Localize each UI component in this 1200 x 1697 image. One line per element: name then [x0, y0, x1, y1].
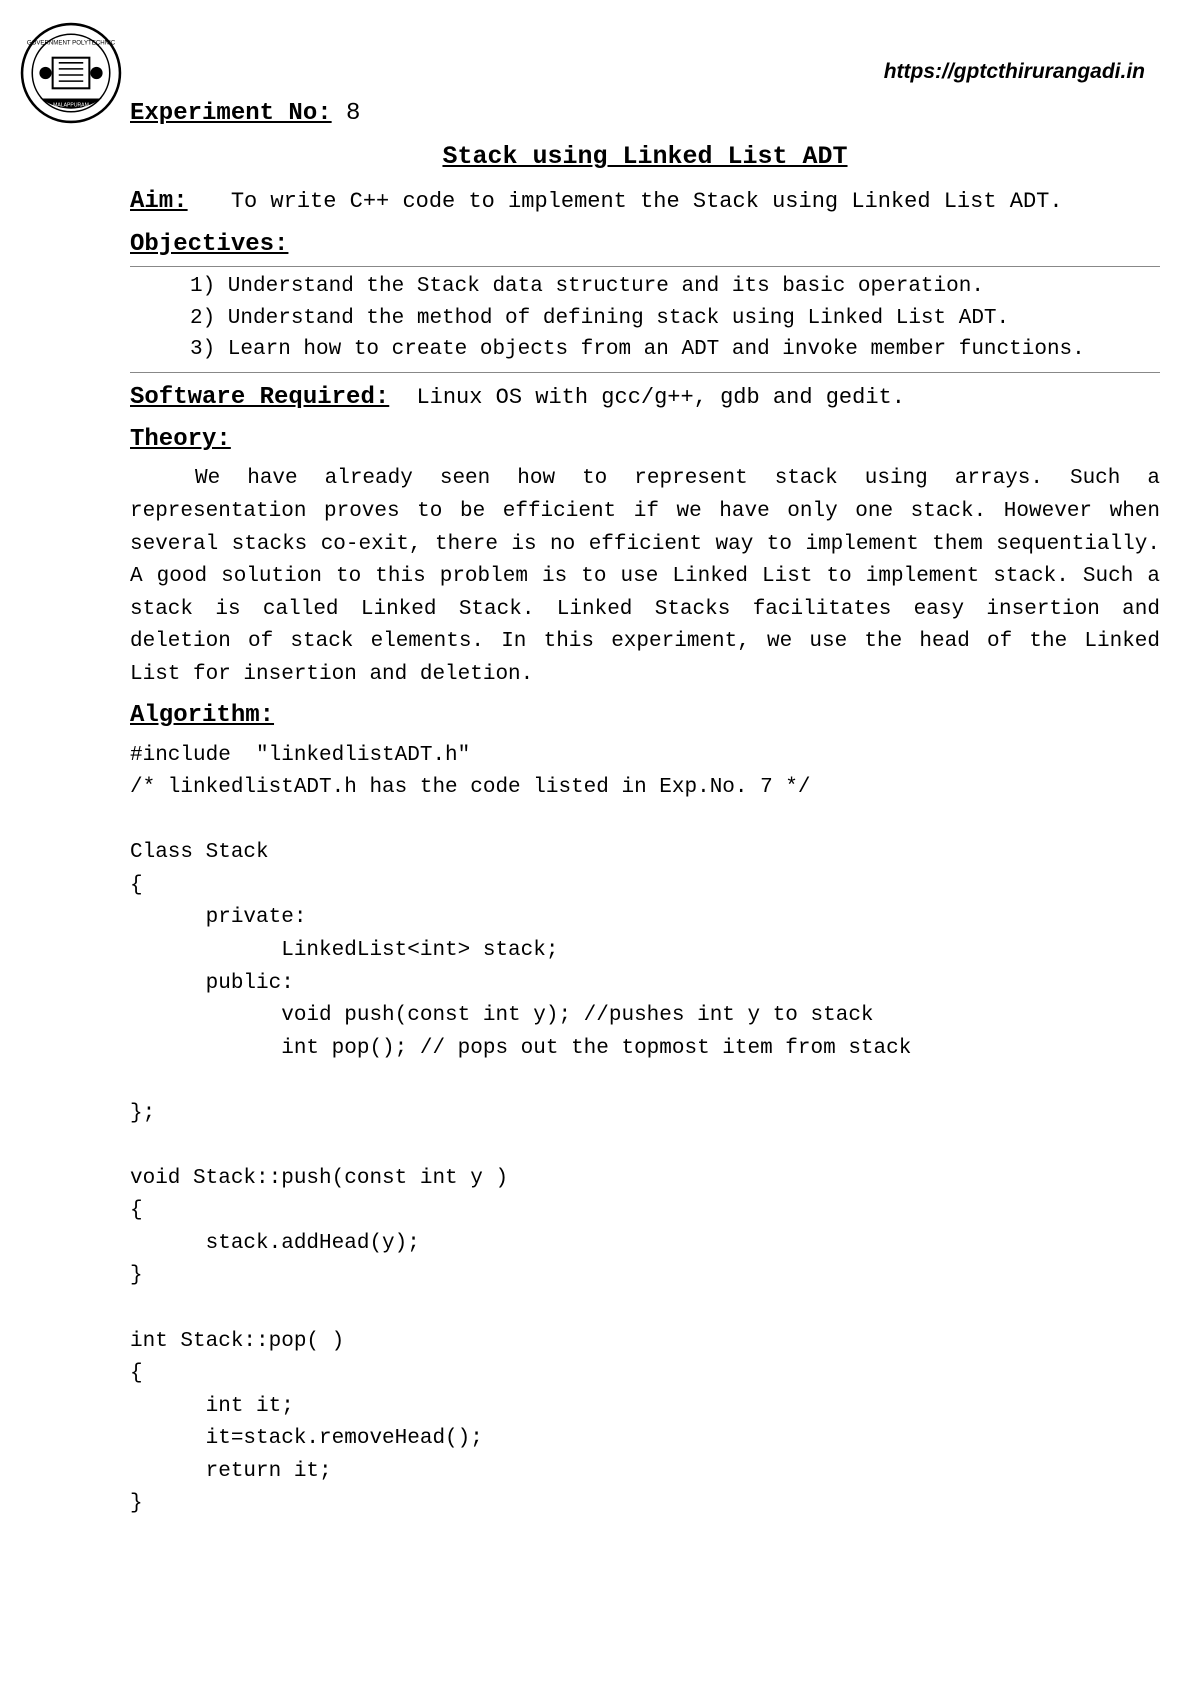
software-required-section: Software Required: Linux OS with gcc/g++… — [130, 379, 1160, 417]
document-title: Stack using Linked List ADT — [130, 137, 1160, 177]
algorithm-code: #include "linkedlistADT.h" /* linkedlist… — [130, 740, 1160, 1521]
experiment-label: Experiment No: — [130, 100, 332, 127]
theory-label: Theory: — [130, 421, 1160, 459]
experiment-number: 8 — [346, 100, 360, 127]
software-required-text: Linux OS with gcc/g++, gdb and gedit. — [416, 385, 904, 410]
algorithm-section: Algorithm: #include "linkedlistADT.h" /*… — [130, 697, 1160, 1521]
document-content: Experiment No: 8 Stack using Linked List… — [130, 30, 1160, 1521]
institution-logo: GOVERNMENT POLYTECHNIC MALAPPURAM — [20, 22, 122, 124]
aim-section: Aim: To write C++ code to implement the … — [130, 183, 1160, 221]
svg-text:MALAPPURAM: MALAPPURAM — [53, 103, 89, 109]
objectives-label: Objectives: — [130, 226, 1160, 267]
objective-item: 2) Understand the method of defining sta… — [190, 303, 1160, 335]
page-url: https://gptcthirurangadi.in — [884, 55, 1145, 89]
theory-body: We have already seen how to represent st… — [130, 463, 1160, 691]
objective-item: 3) Learn how to create objects from an A… — [190, 334, 1160, 366]
algorithm-label: Algorithm: — [130, 697, 1160, 735]
objectives-section: Objectives: 1) Understand the Stack data… — [130, 226, 1160, 373]
aim-label: Aim: — [130, 188, 188, 215]
aim-text: To write C++ code to implement the Stack… — [231, 189, 1063, 214]
experiment-number-line: Experiment No: 8 — [130, 95, 1160, 133]
objective-item: 1) Understand the Stack data structure a… — [190, 271, 1160, 303]
software-required-label: Software Required: — [130, 384, 389, 411]
theory-section: Theory: We have already seen how to repr… — [130, 421, 1160, 691]
svg-text:GOVERNMENT POLYTECHNIC: GOVERNMENT POLYTECHNIC — [27, 39, 116, 46]
objectives-list: 1) Understand the Stack data structure a… — [130, 271, 1160, 373]
